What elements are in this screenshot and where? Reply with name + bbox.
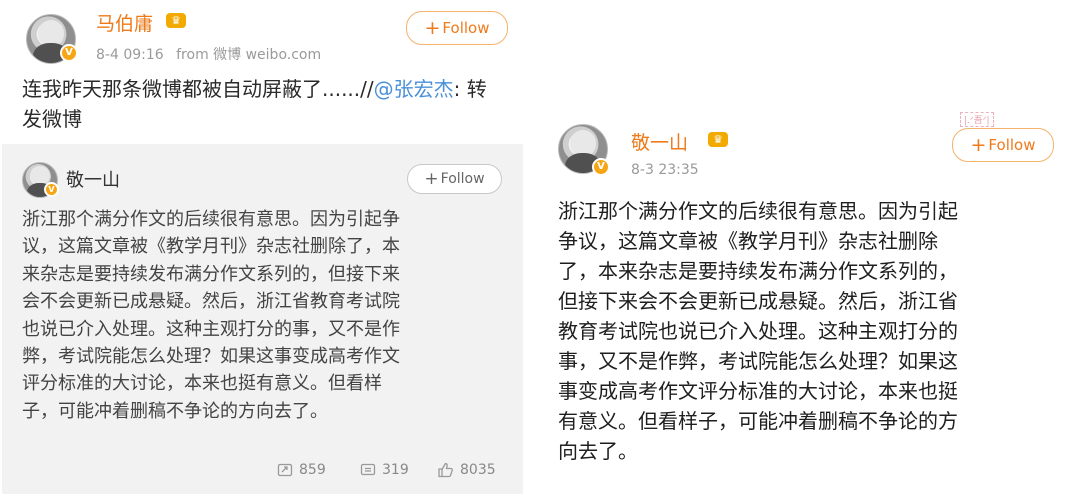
follow-label: Follow	[442, 19, 490, 37]
timestamp: 8-4 09:16	[96, 47, 164, 63]
post-meta: 8-4 09:16 from 微博 weibo.com	[96, 44, 321, 64]
repost-text: 浙江那个满分作文的后续很有意思。因为引起争 议，这篇文章被《教学月刊》杂志社删除…	[22, 206, 512, 425]
text-line: 评分标准的大讨论，本来也挺有意义。但看样	[22, 373, 382, 395]
text-line: 浙江那个满分作文的后续很有意思。因为引起	[558, 199, 958, 223]
plus-icon: +	[424, 17, 441, 39]
repost-username[interactable]: 敬一山	[66, 166, 120, 192]
text-line: 向去了。	[558, 439, 638, 463]
text-line: 事，又不是作弊，考试院能怎么处理？如果这	[558, 349, 958, 373]
comment-icon	[360, 463, 376, 476]
text-line: 子，可能冲着删稿不争论的方向去了。	[22, 400, 328, 422]
follow-label: Follow	[988, 136, 1036, 154]
text-line: 来杂志是要持续发布满分作文系列的，但接下来	[22, 263, 400, 285]
follow-button[interactable]: + Follow	[952, 128, 1054, 162]
plus-icon: +	[424, 169, 439, 189]
text-line: 事变成高考作文评分标准的大讨论，本来也挺	[558, 379, 958, 403]
plus-icon: +	[970, 134, 987, 156]
reposted-weibo[interactable]: V 敬一山 + Follow 浙江那个满分作文的后续很有意思。因为引起争 议，这…	[2, 144, 523, 494]
verified-badge-icon: V	[44, 182, 59, 197]
crown-icon: ♛	[166, 13, 186, 28]
crown-icon: ♛	[708, 132, 728, 147]
post-text: 连我昨天那条微博都被自动屏蔽了......//@张宏杰: 转发微博	[22, 74, 502, 134]
mention-link[interactable]: @张宏杰	[374, 77, 454, 101]
text-line: 也说已介入处理。这种主观打分的事，又不是作	[22, 318, 400, 340]
text-line: 议，这篇文章被《教学月刊》杂志社删除了，本	[22, 236, 400, 258]
repost-icon	[277, 463, 293, 477]
watermark-stamp: |.ᐟ吾ᐟ|	[960, 112, 994, 127]
text-line: 会不会更新已成悬疑。然后，浙江省教育考试院	[22, 291, 400, 313]
text-line: 浙江那个满分作文的后续很有意思。因为引起争	[22, 209, 400, 230]
text-line: 弊，考试院能怎么处理？如果这事变成高考作文	[22, 346, 400, 368]
like-count-value: 8035	[460, 462, 496, 478]
follow-button[interactable]: + Follow	[406, 11, 508, 45]
timestamp: 8-3 23:35	[631, 162, 699, 178]
comment-count[interactable]: 319	[360, 462, 409, 478]
verified-badge-icon: V	[592, 158, 610, 176]
text-line: 有意义。但看样子，可能冲着删稿不争论的方	[558, 409, 958, 433]
repost-count[interactable]: 859	[277, 462, 326, 478]
verified-badge-icon: V	[60, 44, 78, 62]
repost-follow-button[interactable]: + Follow	[407, 164, 502, 194]
username[interactable]: 马伯庸	[96, 9, 153, 36]
thumbs-up-icon	[438, 462, 453, 478]
post-text: 浙江那个满分作文的后续很有意思。因为引起 争议，这篇文章被《教学月刊》杂志社删除…	[558, 196, 1070, 466]
text-line: 但接下来会不会更新已成悬疑。然后，浙江省	[558, 289, 958, 313]
text-line: 争议，这篇文章被《教学月刊》杂志社删除	[558, 229, 938, 253]
text-line: 教育考试院也说已介入处理。这种主观打分的	[558, 319, 958, 343]
comment-count-value: 319	[382, 462, 409, 478]
text-line: 了，本来杂志是要持续发布满分作文系列的，	[558, 259, 958, 283]
post-text-prefix: 连我昨天那条微博都被自动屏蔽了......//	[22, 77, 374, 101]
left-weibo-post: V 马伯庸 ♛ 8-4 09:16 from 微博 weibo.com + Fo…	[0, 0, 532, 497]
follow-label: Follow	[440, 171, 485, 187]
post-source: from 微博 weibo.com	[176, 47, 322, 63]
repost-count-value: 859	[299, 462, 326, 478]
like-count[interactable]: 8035	[437, 462, 496, 478]
username[interactable]: 敬一山	[631, 128, 688, 155]
right-weibo-post: V 敬一山 ♛ 8-3 23:35 |.ᐟ吾ᐟ| + Follow 浙江那个满分…	[548, 100, 1080, 497]
